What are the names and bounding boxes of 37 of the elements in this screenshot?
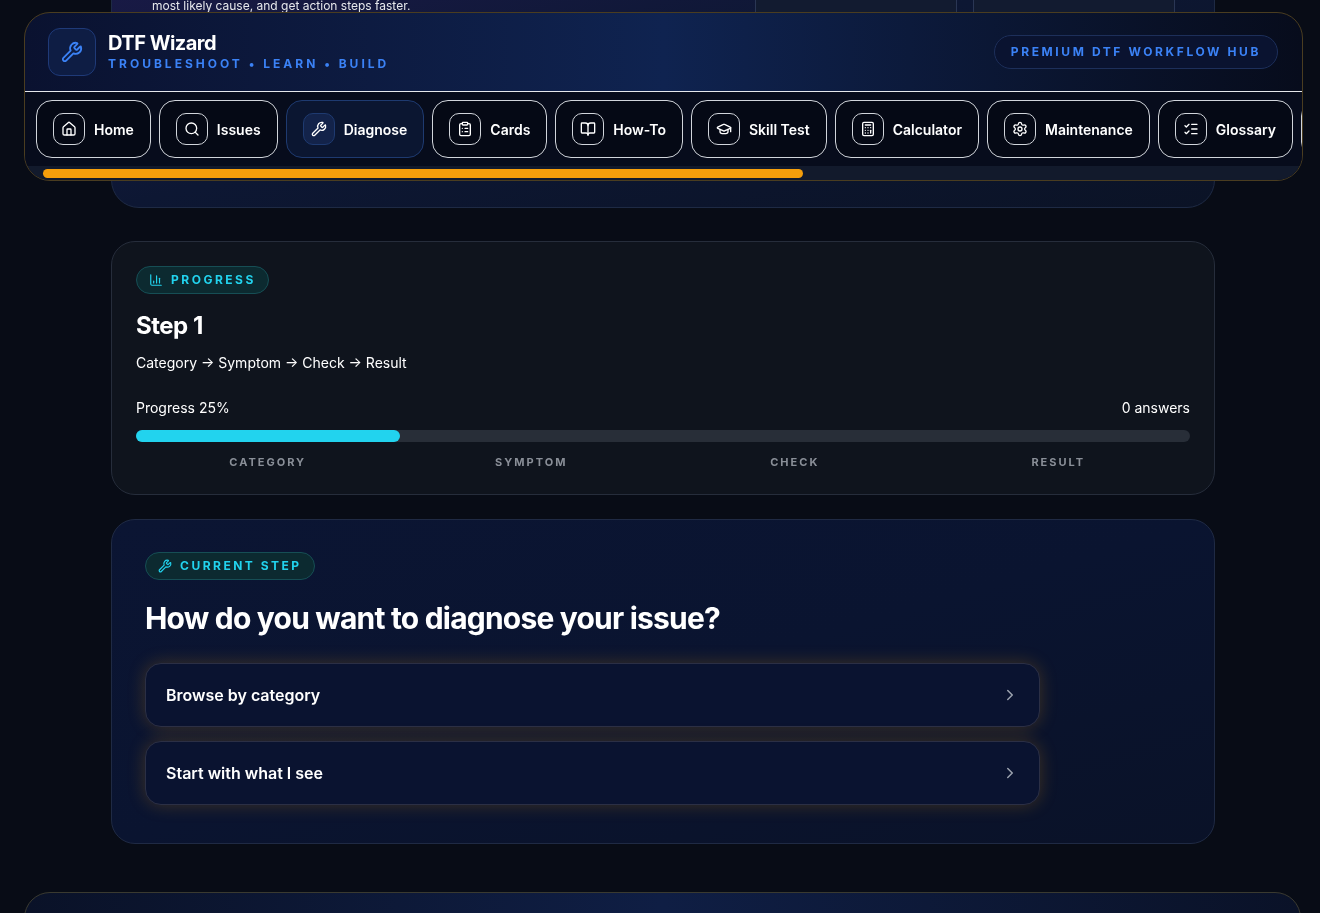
nav-tab[interactable]: Cards	[432, 100, 548, 158]
wrench-icon	[61, 41, 83, 63]
step-flow: Category → Symptom → Check → Result	[136, 353, 408, 373]
question-heading: How do you want to diagnose your issue?	[145, 599, 721, 638]
search-icon	[175, 113, 208, 145]
current-step-tag: CURRENT STEP	[145, 552, 315, 580]
app-tagline: TROUBLESHOOT • LEARN • BUILD	[108, 55, 390, 73]
bar-chart-icon	[149, 273, 163, 287]
nav-tab[interactable]: Calculator	[834, 100, 979, 158]
nav-tab[interactable]: Glossary	[1157, 100, 1293, 158]
home-icon	[53, 113, 85, 145]
nav-tab[interactable]: How-To	[555, 100, 683, 158]
wrench-icon	[302, 113, 335, 145]
clipboard-icon	[449, 113, 482, 145]
nav-tab[interactable]: Diagnose	[285, 100, 425, 158]
answer-count: 0 answers	[1121, 398, 1190, 418]
option-button[interactable]: Browse by category	[145, 663, 1040, 727]
step-label: SYMPTOM	[494, 454, 569, 471]
nav-tab[interactable]: Home	[36, 100, 151, 158]
settings-icon	[1004, 113, 1036, 145]
progress-tag: PROGRESS	[136, 266, 269, 294]
graduation-cap-icon	[708, 113, 740, 145]
book-icon	[572, 113, 605, 145]
wrench-icon	[158, 559, 172, 573]
checklist-icon	[1174, 113, 1207, 145]
step-title: Step 1	[136, 310, 204, 342]
nav-tab[interactable]: Maintenance	[987, 100, 1150, 158]
step-label: CHECK	[769, 454, 821, 471]
app-title: DTF Wizard	[108, 31, 218, 55]
nav-tab[interactable]: Skill Test	[691, 100, 827, 158]
hub-badge: PREMIUM DTF WORKFLOW HUB	[993, 35, 1278, 69]
progress-label: Progress 25%	[136, 398, 230, 418]
calculator-icon	[851, 113, 884, 145]
step-label: RESULT	[1030, 454, 1087, 471]
option-button[interactable]: Start with what I see	[145, 741, 1040, 805]
step-label: CATEGORY	[228, 454, 308, 471]
nav-tab[interactable]: Issues	[158, 100, 278, 158]
